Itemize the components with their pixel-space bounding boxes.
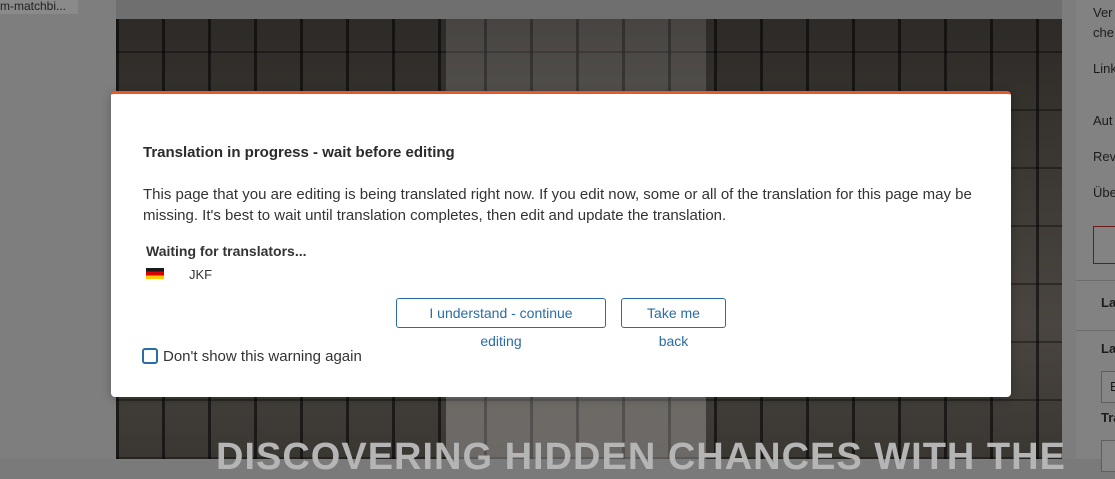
sidebar-field-label: Tra — [1101, 410, 1115, 425]
sidebar-label-che: che — [1093, 25, 1114, 40]
sidebar-select[interactable]: E — [1101, 371, 1115, 403]
left-pane: m-matchbi... — [0, 0, 116, 459]
sidebar-label-link: Link — [1093, 61, 1115, 76]
sidebar-label-ver: Ver — [1093, 5, 1113, 20]
sidebar-field[interactable] — [1093, 226, 1115, 264]
sidebar-label-aut: Aut — [1093, 113, 1113, 128]
sidebar-divider — [1076, 330, 1115, 331]
sidebar-section-title: La — [1101, 295, 1115, 310]
sidebar-field-label: La — [1101, 341, 1115, 356]
dont-show-label[interactable]: Don't show this warning again — [163, 348, 362, 365]
dont-show-checkbox[interactable] — [142, 348, 158, 364]
german-flag-icon — [146, 268, 164, 279]
file-tab[interactable]: m-matchbi... — [0, 0, 78, 14]
sidebar-label-rev: Rev — [1093, 149, 1115, 164]
sidebar-divider — [1076, 280, 1115, 281]
sidebar-select-value: E — [1110, 379, 1115, 394]
continue-editing-button[interactable]: I understand - continue editing — [396, 298, 606, 349]
dialog-title: Translation in progress - wait before ed… — [143, 144, 455, 161]
sidebar-select[interactable] — [1101, 440, 1115, 472]
dialog-message: This page that you are editing is being … — [143, 186, 972, 224]
sidebar-label-ube: Übe — [1093, 185, 1115, 200]
take-me-back-button[interactable]: Take me back — [621, 298, 726, 349]
translation-warning-dialog: Translation in progress - wait before ed… — [111, 91, 1011, 397]
waiting-label: Waiting for translators... — [146, 243, 307, 259]
translator-code: JKF — [189, 267, 213, 282]
hero-title: DISCOVERING HIDDEN CHANCES WITH THE — [216, 436, 1066, 478]
